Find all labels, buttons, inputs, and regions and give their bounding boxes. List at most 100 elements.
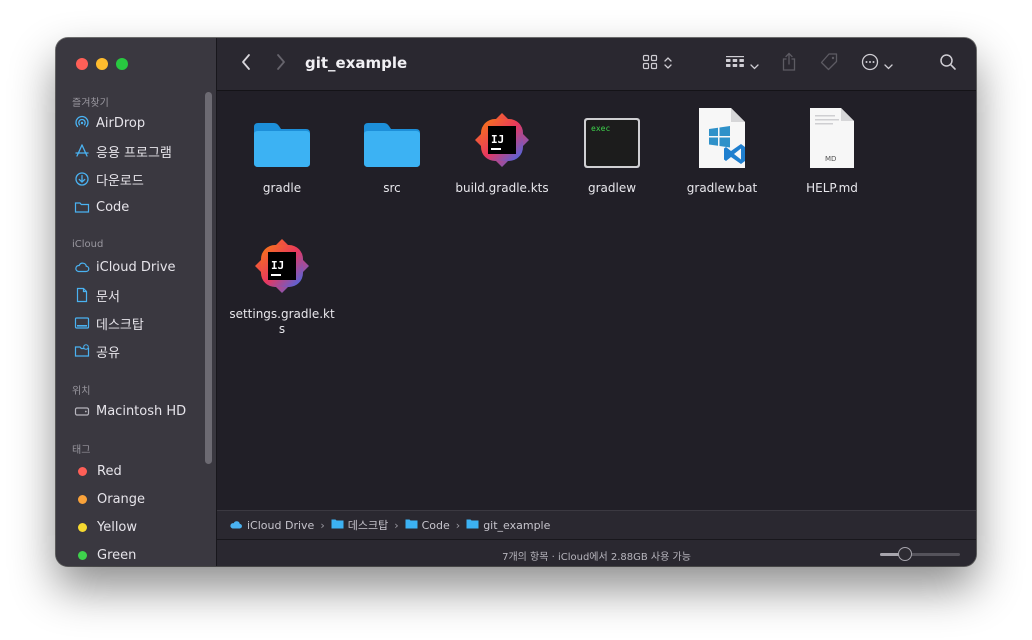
file-name: gradle [262, 181, 302, 195]
file-item-build-gradle-kts[interactable]: IJ build.gradle.kts [447, 107, 557, 196]
sidebar-item-label: Yellow [97, 519, 138, 535]
folder-icon [405, 518, 418, 532]
sidebar-item-label: 공유 [96, 345, 120, 361]
ij-badge-text: IJ [491, 133, 504, 146]
exec-icon: exec [557, 107, 667, 169]
desktop-icon [74, 315, 90, 331]
sidebar-tag-yellow[interactable]: Yellow [74, 517, 137, 537]
sidebar-item-icloud-drive[interactable]: iCloud Drive [74, 257, 176, 277]
path-bar: iCloud Drive › 데스크탑 › Code › git_example [217, 510, 976, 539]
file-item-gradlew[interactable]: exec gradlew [557, 107, 667, 196]
file-item-gradlew-bat[interactable]: gradlew.bat [667, 107, 777, 196]
search-button[interactable] [936, 52, 960, 76]
sidebar-item-macintosh-hd[interactable]: Macintosh HD [74, 401, 186, 421]
more-actions-button[interactable] [857, 52, 897, 76]
path-crumb-desktop[interactable]: 데스크탑 › [331, 517, 405, 533]
file-name: settings.gradle.kts [229, 307, 335, 336]
sidebar-tag-orange[interactable]: Orange [74, 489, 145, 509]
sidebar-tag-red[interactable]: Red [74, 461, 122, 481]
file-grid: gradle src IJ build.gradle.kts exec grad… [217, 91, 976, 509]
sidebar-item-downloads[interactable]: 다운로드 [74, 169, 144, 189]
sidebar-item-airdrop[interactable]: AirDrop [74, 113, 145, 133]
intellij-icon: IJ [447, 107, 557, 169]
minimize-button[interactable] [96, 58, 108, 70]
group-grid-icon [725, 54, 745, 74]
file-item-src[interactable]: src [337, 107, 447, 196]
file-name: gradlew.bat [686, 181, 758, 195]
file-name: HELP.md [806, 181, 858, 195]
tag-dot-orange [78, 494, 87, 504]
sidebar: 즐겨찾기 AirDrop 응용 프로그램 다운로드 Code iCloud iC… [56, 38, 217, 566]
crumb-label: 데스크탑 [347, 519, 389, 532]
close-button[interactable] [76, 58, 88, 70]
file-name: gradlew [587, 181, 637, 195]
path-crumb-icloud-drive[interactable]: iCloud Drive › [229, 519, 331, 532]
ellipsis-circle-icon [861, 53, 879, 75]
tag-dot-red [78, 466, 87, 476]
cloud-icon [74, 259, 90, 275]
sidebar-item-shared[interactable]: 공유 [74, 341, 120, 361]
sidebar-item-label: 문서 [96, 289, 120, 305]
sidebar-item-code[interactable]: Code [74, 197, 129, 217]
favorites-header: 즐겨찾기 [72, 98, 109, 109]
crumb-label: iCloud Drive [247, 518, 315, 532]
icon-size-slider[interactable] [880, 547, 960, 561]
sidebar-item-applications[interactable]: 응용 프로그램 [74, 141, 172, 161]
disk-icon [74, 403, 90, 419]
share-button[interactable] [778, 51, 800, 77]
file-item-settings-gradle-kts[interactable]: IJ settings.gradle.kts [227, 233, 337, 337]
folder-icon [74, 199, 90, 215]
window-title: git_example [305, 54, 408, 72]
search-icon [939, 53, 957, 75]
chevron-left-icon [240, 53, 252, 75]
file-item-help-md[interactable]: MD HELP.md [777, 107, 887, 196]
sidebar-scrollbar[interactable] [205, 92, 212, 464]
cloud-icon [229, 519, 243, 532]
applications-icon [74, 143, 90, 159]
tag-dot-green [78, 550, 87, 560]
back-button[interactable] [235, 53, 257, 75]
crumb-separator: › [320, 518, 325, 532]
exec-badge-text: exec [591, 124, 610, 133]
finder-window: 즐겨찾기 AirDrop 응용 프로그램 다운로드 Code iCloud iC… [56, 38, 976, 566]
sidebar-item-documents[interactable]: 문서 [74, 285, 120, 305]
up-down-chevron-icon [664, 55, 672, 74]
status-bar: 7개의 항목 · iCloud에서 2.88GB 사용 가능 [217, 539, 976, 566]
downloads-icon [74, 171, 90, 187]
tag-dot-yellow [78, 522, 87, 532]
sidebar-item-label: AirDrop [96, 115, 146, 131]
airdrop-icon [74, 115, 90, 131]
zoom-button[interactable] [116, 58, 128, 70]
folder-icon [331, 518, 344, 532]
crumb-separator: › [455, 518, 461, 532]
chevron-down-icon [750, 55, 759, 74]
sidebar-tag-green[interactable]: Green [74, 545, 136, 565]
sidebar-item-label: Code [96, 199, 130, 215]
md-badge-text: MD [825, 155, 836, 163]
view-mode-button[interactable] [635, 52, 679, 76]
tags-header: 태그 [72, 445, 91, 456]
toolbar: git_example [217, 38, 976, 91]
document-icon [74, 287, 90, 303]
chevron-down-icon [884, 55, 893, 74]
file-item-gradle[interactable]: gradle [227, 107, 337, 196]
sidebar-item-label: 데스크탑 [96, 317, 144, 333]
markdown-file-icon: MD [777, 107, 887, 169]
shared-folder-icon [74, 343, 90, 359]
locations-header: 위치 [72, 386, 91, 397]
file-name: src [383, 181, 401, 195]
sidebar-item-label: iCloud Drive [96, 259, 176, 275]
tag-icon [819, 52, 839, 76]
sidebar-item-label: Orange [97, 491, 146, 507]
forward-button[interactable] [270, 53, 292, 75]
sidebar-item-label: Macintosh HD [96, 403, 187, 419]
path-crumb-code[interactable]: Code › [405, 518, 467, 532]
sidebar-item-desktop[interactable]: 데스크탑 [74, 313, 144, 333]
sidebar-item-label: Red [97, 463, 122, 479]
window-controls [76, 58, 128, 70]
tag-button[interactable] [817, 51, 841, 77]
status-text: 7개의 항목 · iCloud에서 2.88GB 사용 가능 [502, 552, 691, 563]
folder-icon [337, 107, 447, 169]
group-button[interactable] [720, 52, 764, 76]
path-crumb-git-example[interactable]: git_example [466, 518, 550, 532]
